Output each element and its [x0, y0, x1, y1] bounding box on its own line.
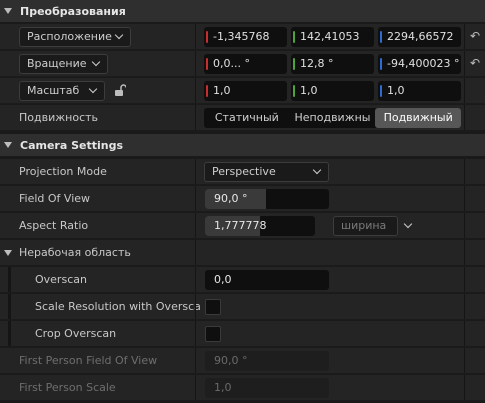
crop-overscan-label: Crop Overscan — [35, 327, 117, 340]
first-person-fov-field: 90,0 ° — [205, 351, 329, 371]
reset-rotation-icon[interactable]: ↶ — [470, 57, 480, 69]
mobility-option-static[interactable]: Статичный — [204, 108, 290, 128]
first-person-scale-value: 1,0 — [214, 381, 232, 394]
overscan-value: 0,0 — [214, 273, 232, 286]
aspect-ratio-slider[interactable]: 1,777778 — [205, 216, 315, 236]
location-row: Расположение -1,345768 142,41053 2294,66… — [0, 24, 485, 50]
overscan-group-label: Нерабочая область — [19, 246, 131, 259]
scale-resolution-checkbox[interactable] — [205, 299, 221, 315]
first-person-scale-label: First Person Scale — [19, 381, 116, 394]
rotation-z-field[interactable]: -94,400023 ° — [378, 54, 461, 74]
projection-mode-dropdown[interactable]: Perspective — [204, 162, 329, 182]
chevron-down-icon — [88, 84, 98, 94]
first-person-fov-row: First Person Field Of View 90,0 ° — [0, 348, 485, 374]
projection-mode-label: Projection Mode — [19, 165, 107, 178]
rotation-x-field[interactable]: 0,0... ° — [204, 54, 287, 74]
collapse-arrow-icon[interactable] — [4, 250, 12, 256]
rotation-mode-dropdown[interactable]: Вращение — [19, 54, 108, 74]
field-of-view-label: Field Of View — [19, 192, 91, 205]
mobility-label: Подвижность — [19, 111, 99, 124]
mobility-option-stationary[interactable]: Неподвижны — [290, 108, 376, 128]
first-person-fov-value: 90,0 ° — [214, 354, 248, 367]
mobility-option-movable[interactable]: Подвижный — [375, 108, 462, 128]
location-x-field[interactable]: -1,345768 — [204, 27, 287, 47]
field-of-view-value: 90,0 ° — [214, 192, 248, 205]
field-of-view-row: Field Of View 90,0 ° — [0, 186, 485, 212]
projection-mode-row: Projection Mode Perspective — [0, 159, 485, 185]
transform-section-header[interactable]: Преобразования — [0, 0, 485, 22]
crop-overscan-checkbox[interactable] — [205, 326, 221, 342]
rotation-label: Вращение — [27, 57, 87, 70]
overscan-row: Overscan 0,0 — [0, 267, 485, 293]
location-label: Расположение — [27, 30, 112, 43]
aspect-ratio-row: Aspect Ratio 1,777778 ширина — [0, 213, 485, 239]
mobility-row: Подвижность Статичный Неподвижны Подвижн… — [0, 105, 485, 131]
transform-section-title: Преобразования — [20, 4, 126, 18]
projection-mode-value: Perspective — [212, 165, 276, 178]
chevron-down-icon[interactable] — [403, 219, 413, 229]
camera-settings-title: Camera Settings — [20, 138, 124, 152]
first-person-scale-field: 1,0 — [205, 378, 329, 398]
reset-location-icon[interactable]: ↶ — [470, 30, 480, 42]
scale-y-field[interactable]: 1,0 — [291, 81, 374, 101]
scale-label: Масштаб — [27, 84, 80, 97]
overscan-field[interactable]: 0,0 — [205, 270, 329, 290]
aspect-ratio-preset-dropdown[interactable]: ширина — [333, 216, 398, 236]
aspect-ratio-value: 1,777778 — [214, 219, 267, 232]
chevron-down-icon — [114, 30, 124, 40]
collapse-arrow-icon[interactable] — [4, 8, 12, 14]
scale-x-field[interactable]: 1,0 — [204, 81, 287, 101]
scale-resolution-label: Scale Resolution with Oversca — [35, 300, 201, 313]
location-z-field[interactable]: 2294,66572 — [378, 27, 461, 47]
scale-mode-dropdown[interactable]: Масштаб — [19, 81, 105, 101]
scale-z-field[interactable]: 1,0 — [378, 81, 461, 101]
collapse-arrow-icon[interactable] — [4, 142, 12, 148]
scale-row: Масштаб 1,0 1,0 1,0 — [0, 78, 485, 104]
scale-resolution-row: Scale Resolution with Oversca — [0, 294, 485, 320]
mobility-segmented-control: Статичный Неподвижны Подвижный — [204, 108, 462, 128]
rotation-row: Вращение 0,0... ° 12,8 ° -94,400023 ° ↶ — [0, 51, 485, 77]
location-y-field[interactable]: 142,41053 — [291, 27, 374, 47]
location-mode-dropdown[interactable]: Расположение — [19, 27, 131, 47]
first-person-scale-row: First Person Scale 1,0 — [0, 375, 485, 401]
chevron-down-icon — [312, 165, 322, 175]
aspect-ratio-label: Aspect Ratio — [19, 219, 89, 232]
crop-overscan-row: Crop Overscan — [0, 321, 485, 347]
rotation-y-field[interactable]: 12,8 ° — [291, 54, 374, 74]
overscan-group-row[interactable]: Нерабочая область — [0, 240, 485, 266]
aspect-ratio-preset-value: ширина — [341, 219, 387, 232]
field-of-view-slider[interactable]: 90,0 ° — [205, 189, 329, 209]
chevron-down-icon — [91, 57, 101, 67]
first-person-fov-label: First Person Field Of View — [19, 354, 158, 367]
camera-settings-section-header[interactable]: Camera Settings — [0, 134, 485, 156]
overscan-label: Overscan — [35, 273, 87, 286]
unlock-icon[interactable] — [114, 84, 126, 96]
